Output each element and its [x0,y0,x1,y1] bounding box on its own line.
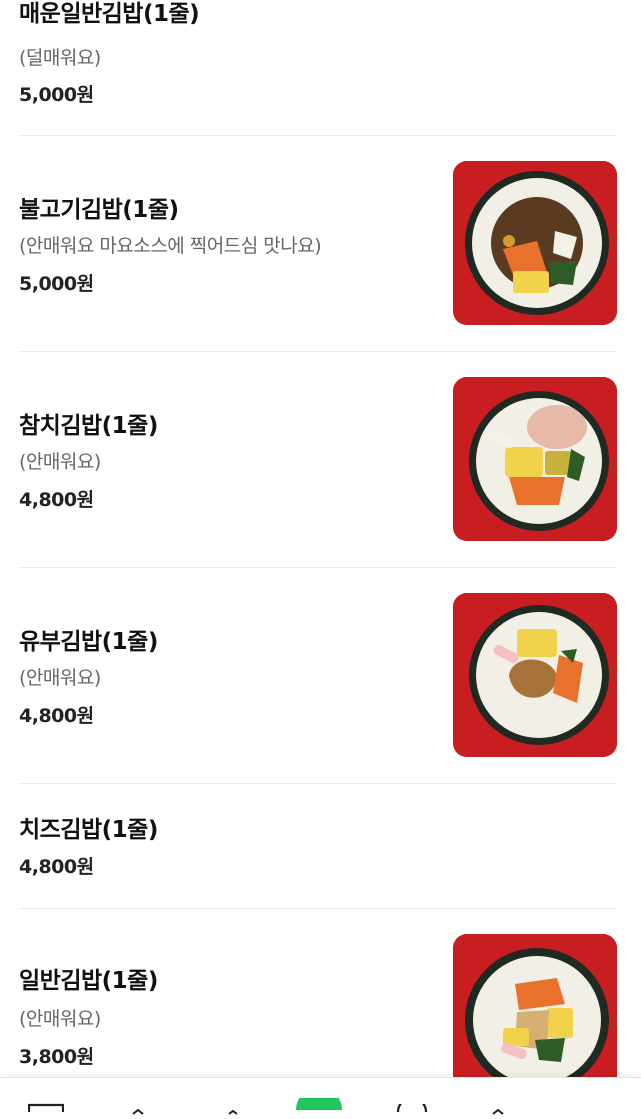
menu-item-name: 불고기김밥(1줄) [19,197,179,223]
menu-item-desc: (안매워요) [19,451,101,473]
menu-item-yubu-kimbap[interactable]: 유부김밥(1줄) (안매워요) 4,800원 [0,568,641,783]
bulgogi-kimbap-photo[interactable] [453,161,617,325]
order-icon[interactable] [296,1087,342,1114]
menu-item-name: 유부김밥(1줄) [19,629,158,655]
menu-item-price: 3,800원 [19,1046,94,1068]
menu-item-price: 4,800원 [19,856,94,878]
basic-kimbap-photo[interactable] [453,934,617,1098]
menu-item-name: 치즈김밥(1줄) [19,817,158,843]
menu-item-tuna-kimbap[interactable]: 참치김밥(1줄) (안매워요) 4,800원 [0,352,641,567]
menu-item-name: 매운일반김밥(1줄) [19,1,200,27]
menu-item-price: 5,000원 [19,273,94,295]
menu-item-price: 4,800원 [19,705,94,727]
home-icon[interactable] [27,1098,65,1117]
menu-item-desc: (안매워요) [19,1008,101,1030]
chat-icon[interactable] [396,1096,428,1116]
menu-item-cheese-kimbap[interactable]: 치즈김밥(1줄) 4,800원 [0,784,641,908]
menu-item-basic-kimbap[interactable]: 일반김밥(1줄) (안매워요) 3,800원 [0,909,641,1098]
menu-item-name: 참치김밥(1줄) [19,413,158,439]
menu-item-name: 일반김밥(1줄) [19,968,158,994]
menu-item-bulgogi-kimbap[interactable]: 불고기김밥(1줄) (안매워요 마요소스에 찍어드심 맛나요) 5,000원 [0,136,641,351]
bottom-navigation-bar [0,1077,641,1115]
menu-item-price: 4,800원 [19,489,94,511]
menu-item-spicy-basic-kimbap[interactable]: 매운일반김밥(1줄) (덜매워요) 5,000원 [0,0,641,135]
menu-item-desc: (안매워요 마요소스에 찍어드심 맛나요) [19,235,322,257]
yubu-kimbap-photo[interactable] [453,593,617,757]
menu-item-price: 5,000원 [19,84,94,106]
menu-item-desc: (안매워요) [19,667,101,689]
menu-item-desc: (덜매워요) [19,47,101,69]
tuna-kimbap-photo[interactable] [453,377,617,541]
